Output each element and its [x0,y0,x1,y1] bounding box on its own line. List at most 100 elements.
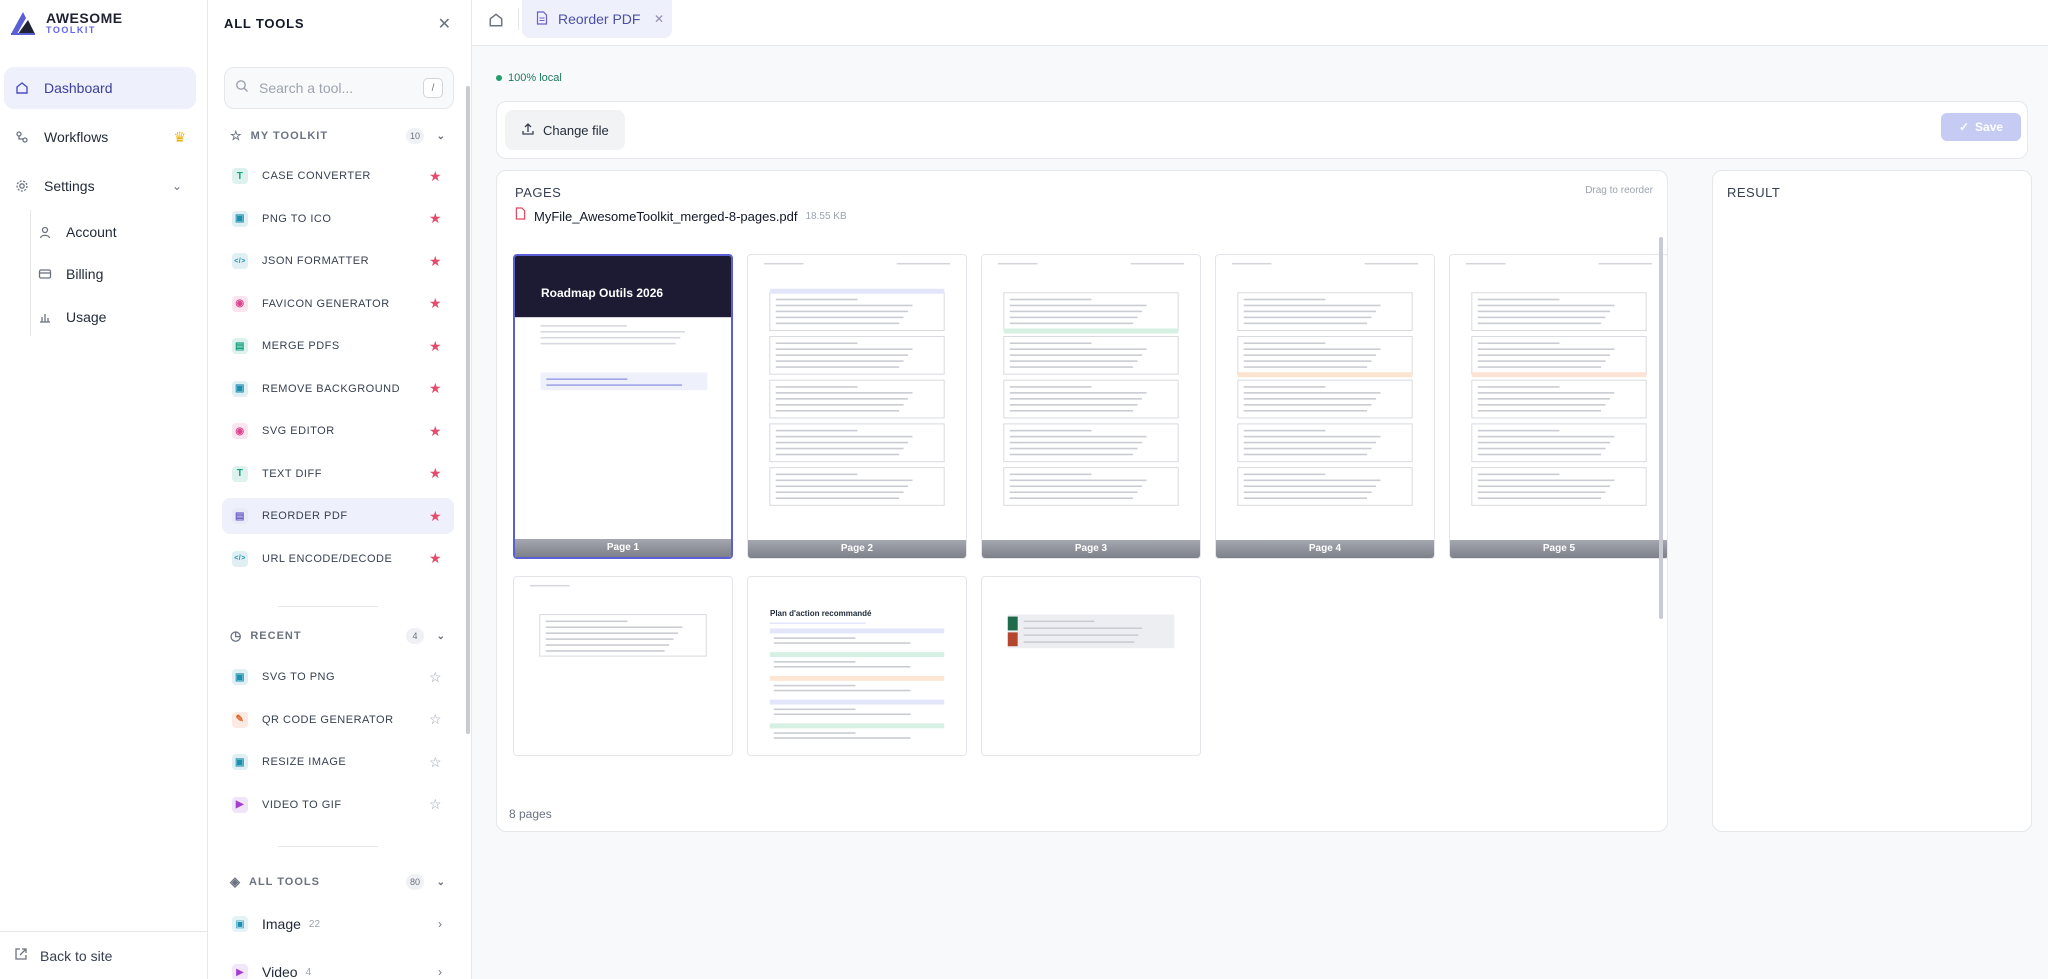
brand-logo[interactable]: AWESOME TOOLKIT [8,8,123,38]
chevron-right-icon: › [438,965,442,979]
tool-item[interactable]: </> URL ENCODE/DECODE ★ [222,541,454,577]
main-nav: AWESOME TOOLKIT Dashboard Workflows ♛ Se… [0,0,208,979]
tab-reorder-pdf[interactable]: Reorder PDF ✕ [522,0,672,38]
star-filled-icon[interactable]: ★ [429,550,442,567]
tool-item[interactable]: ◉ FAVICON GENERATOR ★ [222,286,454,322]
pages-title: PAGES [515,185,562,200]
tool-item[interactable]: ▣ SVG TO PNG ☆ [222,659,454,695]
section-label: ALL TOOLS [249,876,320,888]
tool-item[interactable]: T CASE CONVERTER ★ [222,158,454,194]
save-button[interactable]: ✓ Save [1941,113,2021,141]
tool-item[interactable]: ▶ VIDEO TO GIF ☆ [222,787,454,823]
page-preview [529,584,707,657]
nav-item-workflows[interactable]: Workflows ♛ [4,116,196,158]
page-thumbnail[interactable] [513,576,733,756]
tool-item[interactable]: ▣ PNG TO ICO ★ [222,201,454,237]
pages-scrollbar[interactable] [1659,237,1663,619]
page-thumbnail[interactable]: Page 3 [981,254,1201,559]
change-file-label: Change file [543,122,609,138]
page-thumbnail[interactable] [981,576,1201,756]
page-preview [769,622,945,739]
bar-chart-icon [38,310,52,324]
tool-item[interactable]: ▤ REORDER PDF ★ [222,498,454,534]
tool-item[interactable]: </> JSON FORMATTER ★ [222,243,454,279]
section-all-tools[interactable]: ◈ ALL TOOLS 80 ⌄ [230,872,452,892]
nav-sub-billing[interactable]: Billing [38,258,103,290]
file-size: 18.55 KB [805,210,847,222]
page-preview [1231,262,1419,506]
star-filled-icon[interactable]: ★ [429,423,442,440]
category-image[interactable]: ▣ Image 22 › [222,906,454,942]
page-thumbnail[interactable]: Page 2 [747,254,967,559]
page-thumbnail[interactable]: Plan d'action recommandé [747,576,967,756]
page-caption: Page 5 [1450,540,1667,558]
nav-sub-usage[interactable]: Usage [38,301,106,333]
tool-item[interactable]: ▣ RESIZE IMAGE ☆ [222,744,454,780]
nav-item-settings[interactable]: Settings ⌄ [4,165,196,207]
section-label: MY TOOLKIT [250,130,329,142]
chevron-down-icon: ⌄ [436,876,446,888]
category-video[interactable]: ▶ Video 4 › [222,954,454,979]
close-icon[interactable]: ✕ [438,14,451,34]
category-count: 22 [308,918,321,930]
nav-item-dashboard[interactable]: Dashboard [4,67,196,109]
divider [278,846,378,847]
tool-search[interactable]: / [224,67,454,109]
star-filled-icon[interactable]: ★ [429,380,442,397]
tool-item[interactable]: ▤ MERGE PDFS ★ [222,328,454,364]
tools-panel: ALL TOOLS ✕ / ☆ MY TOOLKIT 10 ⌄ T CASE CO… [208,0,472,979]
close-icon[interactable]: ✕ [654,12,664,26]
page-thumbnail[interactable]: Page 4 [1215,254,1435,559]
category-label: Image [262,916,301,932]
star-filled-icon[interactable]: ★ [429,210,442,227]
section-recent[interactable]: ◷ RECENT 4 ⌄ [230,626,452,646]
page-heading: Plan d'action recommandé [770,609,872,618]
text-icon: T [232,465,248,482]
nav-label-settings: Settings [44,178,95,194]
check-icon: ✓ [1958,120,1970,134]
tool-item[interactable]: ◉ SVG EDITOR ★ [222,413,454,449]
star-outline-icon[interactable]: ☆ [429,711,442,728]
tool-label: QR CODE GENERATOR [262,713,394,726]
back-to-site-link[interactable]: Back to site [0,931,208,979]
star-filled-icon[interactable]: ★ [429,465,442,482]
tool-label: URL ENCODE/DECODE [262,552,393,565]
star-filled-icon[interactable]: ★ [429,508,442,525]
star-outline-icon[interactable]: ☆ [429,754,442,771]
file-toolbar: Change file ✓ Save [496,101,2028,159]
local-label: 100% local [508,72,562,84]
section-my-toolkit[interactable]: ☆ MY TOOLKIT 10 ⌄ [230,126,452,146]
page-thumbnail[interactable]: Page 5 [1449,254,1667,559]
star-outline-icon[interactable]: ☆ [429,796,442,813]
change-file-button[interactable]: Change file [505,110,625,150]
tool-item[interactable]: T TEXT DIFF ★ [222,456,454,492]
page-preview [515,256,731,391]
star-filled-icon[interactable]: ★ [429,338,442,355]
nav-sub-account[interactable]: Account [38,216,117,248]
page-preview [997,262,1185,506]
image-icon: ▣ [232,916,248,932]
tool-item[interactable]: ▣ REMOVE BACKGROUND ★ [222,371,454,407]
page-thumbnail[interactable]: Roadmap Outils 2026 Page 1 [513,254,733,559]
tool-item[interactable]: ✎ QR CODE GENERATOR ☆ [222,702,454,738]
tool-label: PNG TO ICO [262,212,332,225]
tool-label: CASE CONVERTER [262,170,371,182]
tab-label: Reorder PDF [558,11,641,27]
pages-count: 8 pages [509,807,552,821]
page-preview [763,262,951,506]
star-filled-icon[interactable]: ★ [429,295,442,312]
search-input[interactable] [259,80,409,96]
palette-icon: ◉ [232,423,248,439]
home-icon[interactable] [484,8,508,32]
upload-icon [521,122,535,139]
count-badge: 4 [406,628,424,644]
layers-icon: ◈ [230,874,241,889]
page-preview [1007,614,1175,649]
tools-scrollbar[interactable] [466,86,470,734]
divider [278,606,378,607]
video-icon: ▶ [232,796,248,813]
file-name: MyFile_AwesomeToolkit_merged-8-pages.pdf [534,208,798,224]
star-filled-icon[interactable]: ★ [429,253,442,270]
star-outline-icon[interactable]: ☆ [429,669,442,686]
star-filled-icon[interactable]: ★ [429,168,442,185]
